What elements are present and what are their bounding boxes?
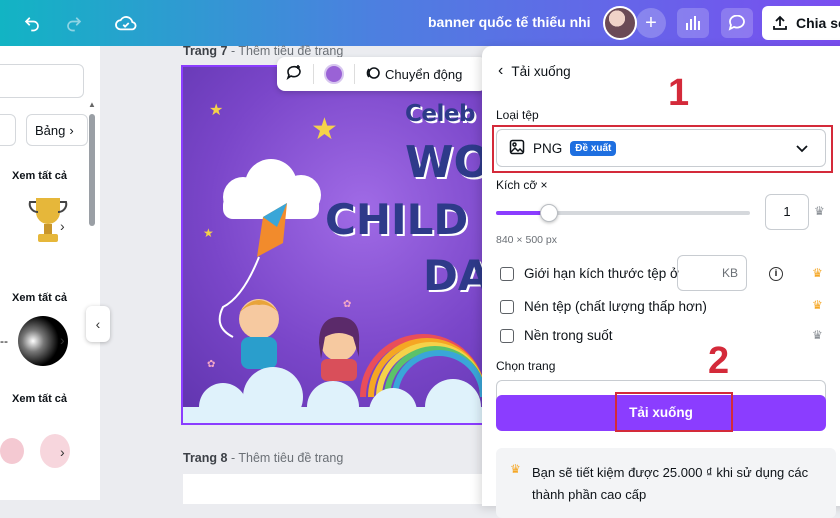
compress-option[interactable]: Nén tệp (chất lượng thấp hơn) xyxy=(500,299,707,314)
banner-text-celebrate[interactable]: Celeb xyxy=(405,101,475,127)
chevron-right-icon[interactable]: › xyxy=(60,444,74,460)
animate-icon[interactable] xyxy=(365,65,381,84)
size-label: Kích cỡ × xyxy=(496,178,548,192)
transparent-bg-option[interactable]: Nền trong suốt xyxy=(500,328,613,343)
scrollbar[interactable]: ▲ xyxy=(88,100,96,270)
crown-icon: ♛ xyxy=(812,298,823,312)
back-chevron-icon[interactable]: ‹ xyxy=(498,62,503,80)
flower-graphic[interactable] xyxy=(0,438,24,464)
chip-label: Bảng xyxy=(35,122,66,138)
annotation-marker-2: 2 xyxy=(708,340,730,382)
star-decoration: ★ xyxy=(203,226,214,240)
recommended-badge: Đề xuất xyxy=(570,140,617,156)
download-panel: ‹ Tải xuống Loại tệp PNG Đề xuất Kích cỡ… xyxy=(482,46,840,518)
design-canvas[interactable]: ★ ★ ★ ✿ ✿ Celeb WO CHILD DA xyxy=(181,65,484,425)
transparent-bg-checkbox[interactable] xyxy=(500,328,514,343)
flower-decoration: ✿ xyxy=(343,299,351,310)
slider-handle[interactable] xyxy=(540,204,559,222)
filter-chip[interactable] xyxy=(0,114,16,146)
color-picker-swatch[interactable] xyxy=(324,64,344,84)
scrollbar-thumb[interactable] xyxy=(89,114,95,226)
top-bar: banner quốc tế thiếu nhi + Chia sẻ xyxy=(0,0,840,46)
page-number: Trang 7 xyxy=(183,44,228,58)
file-type-label: Loại tệp xyxy=(496,108,539,122)
share-button[interactable]: Chia sẻ xyxy=(762,6,840,40)
dimensions-text: 840 × 500 px xyxy=(496,234,558,246)
info-icon[interactable]: i xyxy=(769,267,783,281)
banner-text-day[interactable]: DA xyxy=(423,251,482,300)
cloud-saved-icon[interactable] xyxy=(114,11,138,35)
crown-icon: ♛ xyxy=(510,462,521,476)
floating-toolbar: Chuyển động xyxy=(277,57,487,91)
size-multiplier-input[interactable]: 1 xyxy=(765,194,809,230)
redo-icon[interactable] xyxy=(62,11,86,35)
star-decoration: ★ xyxy=(311,113,338,146)
page-8-label[interactable]: Trang 8 - Thêm tiêu đề trang xyxy=(183,451,343,465)
limit-size-option[interactable]: Giới hạn kích thước tệp ở xyxy=(500,266,679,281)
crown-icon: ♛ xyxy=(812,266,823,280)
add-collaborator-button[interactable]: + xyxy=(636,8,666,38)
chevron-right-icon[interactable]: › xyxy=(60,218,74,234)
promo-text: Bạn sẽ tiết kiệm được 25.000 ₫ khi sử dụ… xyxy=(532,465,809,502)
page-number: Trang 8 xyxy=(183,451,228,465)
chevron-right-icon: › xyxy=(69,122,74,138)
size-slider[interactable] xyxy=(496,204,750,222)
search-input[interactable] xyxy=(0,64,84,98)
banner-text-world[interactable]: WO xyxy=(405,137,482,188)
design-title[interactable]: banner quốc tế thiếu nhi xyxy=(428,14,591,30)
divider xyxy=(354,64,355,84)
divider xyxy=(313,64,314,84)
file-type-select[interactable]: PNG Đề xuất xyxy=(496,129,826,167)
banner-text-children[interactable]: CHILD xyxy=(325,195,468,244)
undo-icon[interactable] xyxy=(20,11,44,35)
chevron-down-icon xyxy=(795,141,809,158)
collapse-panel-button[interactable]: ‹ xyxy=(86,306,110,342)
download-header[interactable]: ‹ Tải xuống xyxy=(498,62,571,80)
avatar[interactable] xyxy=(603,6,637,40)
comment-add-icon[interactable] xyxy=(285,64,303,85)
annotation-marker-1: 1 xyxy=(668,72,690,114)
page-7-label[interactable]: Trang 7 - Thêm tiêu đề trang xyxy=(183,44,343,58)
see-all-link[interactable]: Xem tất cả xyxy=(12,292,67,304)
left-side-panel: Bảng › Xem tất cả › Xem tất cả -- › Xem … xyxy=(0,46,100,500)
flower-decoration: ✿ xyxy=(207,359,215,370)
comment-icon[interactable] xyxy=(721,8,753,38)
dash-text: -- xyxy=(0,334,8,348)
animate-button[interactable]: Chuyển động xyxy=(385,67,462,82)
upload-icon xyxy=(773,15,787,30)
premium-promo: ♛ Bạn sẽ tiết kiệm được 25.000 ₫ khi sử … xyxy=(496,448,836,518)
cloud-decoration xyxy=(223,159,321,219)
download-button[interactable]: Tải xuống xyxy=(496,395,826,431)
compress-checkbox[interactable] xyxy=(500,299,514,314)
transparent-bg-label: Nền trong suốt xyxy=(524,328,613,343)
image-icon xyxy=(509,139,525,158)
limit-size-label: Giới hạn kích thước tệp ở xyxy=(524,266,679,281)
chevron-right-icon[interactable]: › xyxy=(60,332,74,348)
compress-label: Nén tệp (chất lượng thấp hơn) xyxy=(524,299,707,314)
crown-icon: ♛ xyxy=(814,204,825,218)
file-type-value: PNG xyxy=(533,140,563,156)
file-size-kb-input[interactable]: KB xyxy=(677,255,747,291)
see-all-link[interactable]: Xem tất cả xyxy=(12,393,67,405)
limit-size-checkbox[interactable] xyxy=(500,266,514,281)
download-panel-title: Tải xuống xyxy=(511,63,571,79)
filter-chip-table[interactable]: Bảng › xyxy=(26,114,88,146)
share-label: Chia sẻ xyxy=(796,15,840,31)
see-all-link[interactable]: Xem tất cả xyxy=(12,170,67,182)
star-decoration: ★ xyxy=(209,102,223,119)
page-title-placeholder: - Thêm tiêu đề trang xyxy=(227,451,344,465)
insights-chart-icon[interactable] xyxy=(677,8,709,38)
page-title-placeholder: - Thêm tiêu đề trang xyxy=(227,44,344,58)
choose-page-label: Chọn trang xyxy=(496,359,556,373)
crown-icon: ♛ xyxy=(812,328,823,342)
